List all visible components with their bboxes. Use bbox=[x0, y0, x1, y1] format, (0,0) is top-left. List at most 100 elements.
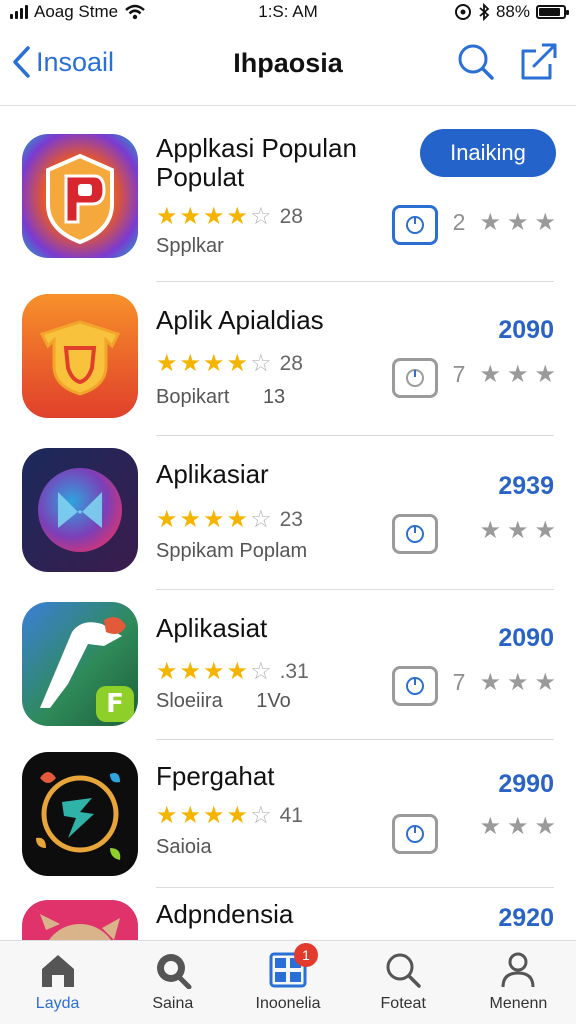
app-name: Adpndensia bbox=[156, 900, 293, 929]
mini-star-icon: ★ bbox=[534, 361, 556, 388]
install-button[interactable]: Inaiking bbox=[420, 129, 556, 177]
star-icon: ★ bbox=[156, 658, 178, 685]
tab-search[interactable]: Saina bbox=[115, 941, 230, 1024]
device-button[interactable] bbox=[392, 666, 438, 706]
mini-star-icon: ★ bbox=[506, 361, 529, 388]
app-subtitle: Sloeiira 1Vo bbox=[156, 690, 291, 713]
app-icon[interactable] bbox=[22, 448, 138, 572]
rating-count: .31 bbox=[279, 660, 309, 683]
star-icon: ★ bbox=[179, 802, 202, 829]
app-name-line1: Aplikasiat bbox=[156, 613, 268, 643]
mini-star-icon: ★ bbox=[479, 517, 501, 544]
tab-apps[interactable]: 1 Inoonelia bbox=[230, 941, 345, 1024]
tab-bar: Layda Saina 1 Inoonelia Foteat Menenn bbox=[0, 940, 576, 1024]
power-icon bbox=[406, 369, 424, 387]
list-item[interactable]: Aplikasiar ★ ★ ★ ★ ☆ 23 Sppikam Poplam 2… bbox=[0, 436, 576, 590]
mini-star-icon: ★ bbox=[534, 209, 556, 236]
star-icon: ★ bbox=[226, 658, 249, 685]
bluetooth-icon bbox=[479, 3, 490, 21]
share-icon bbox=[521, 43, 557, 80]
mini-rating-number: 7 bbox=[452, 361, 466, 387]
price-label[interactable]: 2090 bbox=[498, 316, 554, 345]
list-item[interactable]: Aplik Apialdias ★ ★ ★ ★ ☆ 28 Bopikart 13… bbox=[0, 282, 576, 436]
wifi-icon bbox=[125, 4, 145, 20]
mini-rating: 7 ★ ★ ★ bbox=[453, 668, 556, 697]
app-icon[interactable] bbox=[22, 294, 138, 418]
mini-star-icon: ★ bbox=[479, 669, 501, 696]
app-name-line1: Applkasi Populan bbox=[156, 133, 357, 163]
mini-rating: ★ ★ ★ bbox=[479, 516, 556, 545]
star-icon: ★ bbox=[203, 506, 225, 533]
power-icon bbox=[406, 825, 424, 843]
app-icon[interactable] bbox=[22, 752, 138, 876]
status-left: Aoag Stme bbox=[10, 2, 146, 22]
star-icon: ★ bbox=[179, 350, 202, 377]
app-name-line2: Populat bbox=[156, 162, 245, 192]
tab-label: Saina bbox=[152, 995, 194, 1012]
status-bar: Aoag Stme 1:S: AM 88% bbox=[0, 0, 576, 24]
subtitle-text: Sppikam Poplam bbox=[156, 540, 308, 562]
app-icon[interactable]: F bbox=[22, 602, 138, 726]
subtitle-text: Sloeiira bbox=[156, 690, 223, 712]
home-icon bbox=[38, 951, 78, 989]
tab-feature[interactable]: Foteat bbox=[346, 941, 461, 1024]
app-subtitle: Bopikart 13 bbox=[156, 386, 285, 409]
app-subtitle: Saioia bbox=[156, 836, 212, 859]
person-icon bbox=[498, 951, 538, 989]
star-icon: ★ bbox=[203, 658, 225, 685]
notification-badge: 1 bbox=[294, 943, 318, 967]
location-icon bbox=[454, 4, 471, 20]
app-icon[interactable] bbox=[22, 134, 138, 258]
mini-star-icon: ★ bbox=[506, 209, 529, 236]
price-label[interactable]: 2990 bbox=[498, 770, 554, 799]
device-button[interactable] bbox=[392, 514, 438, 554]
subtitle-text: Spplkar bbox=[156, 235, 224, 257]
mini-star-icon: ★ bbox=[534, 669, 556, 696]
star-icon: ★ bbox=[203, 203, 225, 230]
rating-count: 41 bbox=[279, 804, 303, 827]
star-icon: ★ bbox=[156, 203, 178, 230]
nav-actions bbox=[456, 42, 558, 82]
mini-star-icon: ★ bbox=[534, 517, 556, 544]
mini-rating-number: 7 bbox=[452, 669, 466, 695]
star-icon: ★ bbox=[226, 506, 249, 533]
star-icon: ★ bbox=[226, 802, 249, 829]
star-rating: ★ ★ ★ ★ ☆ 28 bbox=[156, 205, 303, 229]
price-label[interactable]: 2090 bbox=[498, 624, 554, 653]
app-name: Aplik Apialdias bbox=[156, 306, 324, 335]
price-label[interactable]: 2939 bbox=[498, 472, 554, 501]
search-button[interactable] bbox=[456, 42, 496, 82]
power-icon bbox=[406, 677, 424, 695]
power-icon bbox=[406, 525, 424, 543]
star-rating: ★ ★ ★ ★ ☆ 23 bbox=[156, 508, 303, 532]
list-item[interactable]: Applkasi Populan Populat ★ ★ ★ ★ ☆ 28 Sp… bbox=[0, 106, 576, 282]
star-icon: ★ bbox=[156, 802, 178, 829]
star-icon: ★ bbox=[203, 802, 225, 829]
device-button[interactable] bbox=[392, 814, 438, 854]
tab-home[interactable]: Layda bbox=[0, 941, 115, 1024]
price-label[interactable]: 2920 bbox=[498, 904, 554, 933]
star-rating: ★ ★ ★ ★ ☆ 28 bbox=[156, 352, 303, 376]
mini-rating: ★ ★ ★ bbox=[479, 812, 556, 841]
device-button[interactable] bbox=[392, 205, 438, 245]
device-button[interactable] bbox=[392, 358, 438, 398]
subtitle-text: Saioia bbox=[156, 836, 212, 858]
star-icon: ★ bbox=[156, 506, 178, 533]
power-icon bbox=[406, 216, 424, 234]
app-name: Aplikasiar bbox=[156, 460, 269, 489]
mini-star-icon: ★ bbox=[479, 209, 501, 236]
list-item[interactable]: F Aplikasiat ★ ★ ★ ★ ☆ .31 Sloeiira 1Vo … bbox=[0, 590, 576, 740]
rating-count: 23 bbox=[279, 508, 303, 531]
star-icon: ★ bbox=[203, 350, 225, 377]
list-item[interactable]: Fpergahat ★ ★ ★ ★ ☆ 41 Saioia 2990 ★ ★ ★ bbox=[0, 740, 576, 888]
app-subtitle: Spplkar bbox=[156, 235, 224, 258]
star-outline-icon: ☆ bbox=[250, 350, 272, 377]
subtitle-extra: 1Vo bbox=[256, 690, 291, 712]
signal-icon bbox=[10, 5, 28, 19]
carrier-label: Aoag Stme bbox=[34, 2, 119, 21]
star-icon: ★ bbox=[179, 203, 202, 230]
share-button[interactable] bbox=[518, 42, 558, 82]
app-name-line1: Aplikasiar bbox=[156, 459, 269, 489]
battery-icon bbox=[536, 5, 569, 19]
tab-profile[interactable]: Menenn bbox=[461, 941, 576, 1024]
